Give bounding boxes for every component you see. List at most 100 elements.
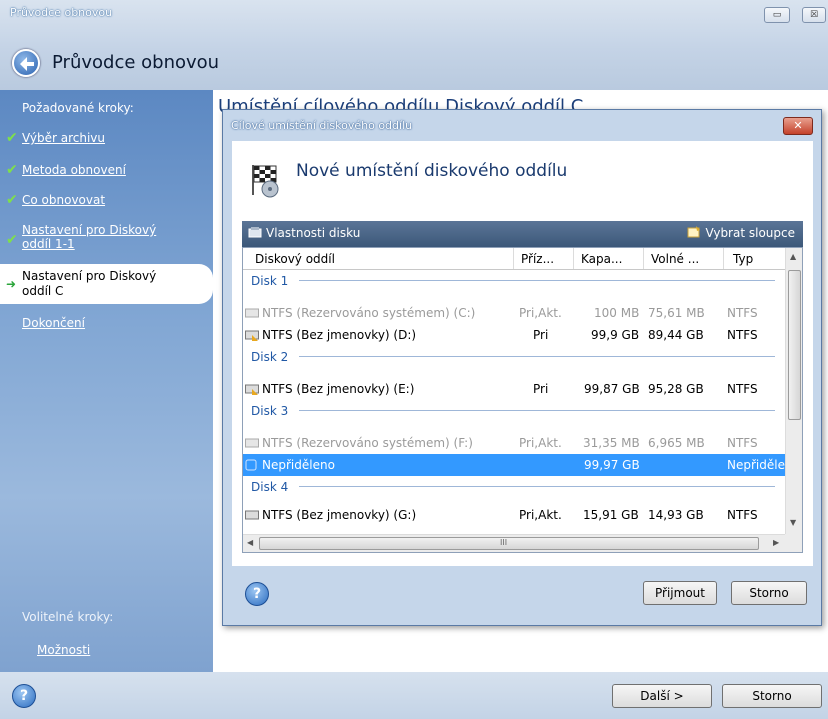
table-row-selected[interactable]: Nepřiděleno 99,97 GB Nepřiděle [243, 454, 786, 476]
column-divider[interactable] [513, 248, 514, 269]
check-icon: ✔ [6, 232, 18, 248]
col-header-capacity[interactable]: Kapa... [581, 252, 622, 266]
accept-button[interactable]: Přijmout [643, 581, 717, 605]
drive-icon [245, 384, 259, 395]
column-divider[interactable] [723, 248, 724, 269]
partition-name: NTFS (Rezervováno systémem) (C:) [245, 306, 475, 320]
partition-name: NTFS (Bez jmenovky) (E:) [245, 382, 414, 396]
sidebar-item-label: Metoda obnovení [22, 163, 126, 177]
table-row[interactable]: NTFS (Rezervováno systémem) (F:) Pri,Akt… [243, 432, 786, 454]
partition-grid[interactable]: Diskový oddíl Příz... Kapa... Volné ... … [242, 247, 803, 553]
dialog-body: Nové umístění diskového oddílu Vlastnost… [232, 141, 813, 566]
partition-flags: Pri,Akt. [519, 306, 562, 320]
dialog-heading: Nové umístění diskového oddílu [296, 161, 568, 181]
window-title: Průvodce obnovou [10, 6, 113, 19]
partition-location-dialog: Cílové umístění diskového oddílu ✕ Nové … [222, 109, 822, 626]
checkered-flag-disk-icon [252, 165, 279, 198]
scroll-left-icon[interactable]: ◀ [247, 538, 253, 547]
partition-capacity: 99,87 GB [584, 382, 640, 396]
disk-group-label: Disk 4 [251, 480, 289, 494]
sidebar-item-what[interactable]: ✔ Co obnovovat [0, 190, 213, 210]
columns-icon [687, 226, 701, 238]
scroll-right-icon[interactable]: ▶ [773, 538, 779, 547]
horizontal-scrollbar[interactable]: ◀ III ▶ [243, 534, 786, 552]
sidebar-item-settings-1-1[interactable]: ✔ Nastavení pro Diskový oddíl 1-1 [0, 222, 213, 254]
sidebar-item-label: Nastavení pro Diskový [22, 269, 157, 283]
close-button[interactable]: ☒ [802, 7, 826, 23]
disk-properties-label: Vlastnosti disku [266, 226, 361, 240]
partition-type: NTFS [727, 306, 758, 320]
required-steps-heading: Požadované kroky: [22, 101, 134, 115]
scroll-up-icon[interactable]: ▲ [790, 252, 796, 261]
column-divider[interactable] [643, 248, 644, 269]
scroll-down-icon[interactable]: ▼ [790, 518, 796, 527]
disk-group-header: Disk 3 [243, 400, 786, 422]
bottom-bar: ? Další > Storno [0, 672, 828, 719]
wizard-title: Průvodce obnovou [52, 52, 220, 73]
group-divider [299, 486, 775, 487]
disk-group-header: Disk 1 [243, 270, 786, 292]
table-row[interactable]: NTFS (Bez jmenovky) (D:) Pri 99,9 GB 89,… [243, 324, 786, 346]
vertical-scroll-thumb[interactable] [788, 270, 801, 420]
sidebar-item-settings-c[interactable]: ➜ Nastavení pro Diskový oddíl C [0, 264, 213, 304]
current-step-arrow-icon: ➜ [6, 277, 17, 291]
partition-type: NTFS [727, 508, 758, 522]
drive-icon [245, 438, 259, 448]
partition-capacity: 99,9 GB [591, 328, 640, 342]
scroll-corner [785, 534, 802, 552]
sidebar-item-method[interactable]: ✔ Metoda obnovení [0, 160, 213, 180]
sidebar-item-label: Nastavení pro Diskový [22, 223, 157, 237]
table-row[interactable]: NTFS (Bez jmenovky) (E:) Pri 99,87 GB 95… [243, 378, 786, 400]
disk-group-header: Disk 2 [243, 346, 786, 368]
partition-flags: Pri [533, 382, 549, 396]
sidebar-item-label: Výběr archivu [22, 131, 106, 145]
col-header-partition[interactable]: Diskový oddíl [255, 252, 335, 266]
dialog-close-button[interactable]: ✕ [783, 117, 813, 135]
col-header-free[interactable]: Volné ... [651, 252, 699, 266]
check-icon: ✔ [6, 192, 18, 208]
table-row[interactable]: NTFS (Rezervováno systémem) (C:) Pri,Akt… [243, 302, 786, 324]
col-header-type[interactable]: Typ [733, 252, 753, 266]
disk-group-header: Disk 4 [243, 476, 786, 498]
help-icon[interactable]: ? [12, 684, 36, 708]
drive-icon [245, 510, 259, 520]
table-row[interactable]: NTFS (Bez jmenovky) (G:) Pri,Akt. 15,91 … [243, 504, 786, 526]
disk-properties-icon [248, 227, 262, 238]
partition-free: 95,28 GB [648, 382, 704, 396]
partition-free: 6,965 MB [648, 436, 705, 450]
grid-header: Diskový oddíl Příz... Kapa... Volné ... … [243, 248, 786, 270]
disk-group-label: Disk 1 [251, 274, 289, 288]
check-icon: ✔ [6, 130, 18, 146]
select-columns-button[interactable]: Vybrat sloupce [687, 226, 795, 240]
partition-type: Nepřiděle [727, 458, 785, 472]
cancel-button[interactable]: Storno [722, 684, 822, 708]
dialog-help-icon[interactable]: ? [245, 582, 269, 606]
partition-capacity: 15,91 GB [583, 508, 639, 522]
sidebar-item-finish[interactable]: Dokončení [0, 314, 213, 334]
grid-toolbar: Vlastnosti disku Vybrat sloupce [242, 221, 803, 247]
dialog-title: Cílové umístění diskového oddílu [231, 119, 413, 132]
partition-name: Nepřiděleno [245, 458, 335, 472]
partition-name-text: NTFS (Bez jmenovky) (D:) [262, 328, 417, 342]
group-divider [299, 280, 775, 281]
options-link[interactable]: Možnosti [37, 643, 90, 657]
partition-name-text: Nepřiděleno [262, 458, 335, 472]
sidebar-item-label: Dokončení [22, 316, 85, 330]
col-header-flags[interactable]: Příz... [521, 252, 554, 266]
sidebar-item-label: oddíl 1-1 [22, 237, 75, 251]
horizontal-scroll-thumb[interactable]: III [259, 537, 759, 550]
vertical-scrollbar[interactable]: ▲ ▼ [785, 248, 802, 534]
dialog-cancel-button[interactable]: Storno [731, 581, 807, 605]
sidebar-item-label: oddíl C [22, 284, 64, 298]
partition-capacity: 100 MB [594, 306, 640, 320]
sidebar-item-archive[interactable]: ✔ Výběr archivu [0, 128, 213, 148]
disk-properties-button[interactable]: Vlastnosti disku [248, 226, 360, 240]
disk-group-label: Disk 3 [251, 404, 289, 418]
group-divider [299, 410, 775, 411]
partition-type: NTFS [727, 328, 758, 342]
next-button[interactable]: Další > [612, 684, 712, 708]
restore-button[interactable]: ▭ [764, 7, 790, 23]
select-columns-label: Vybrat sloupce [705, 226, 795, 240]
column-divider[interactable] [573, 248, 574, 269]
back-button[interactable] [12, 49, 40, 77]
